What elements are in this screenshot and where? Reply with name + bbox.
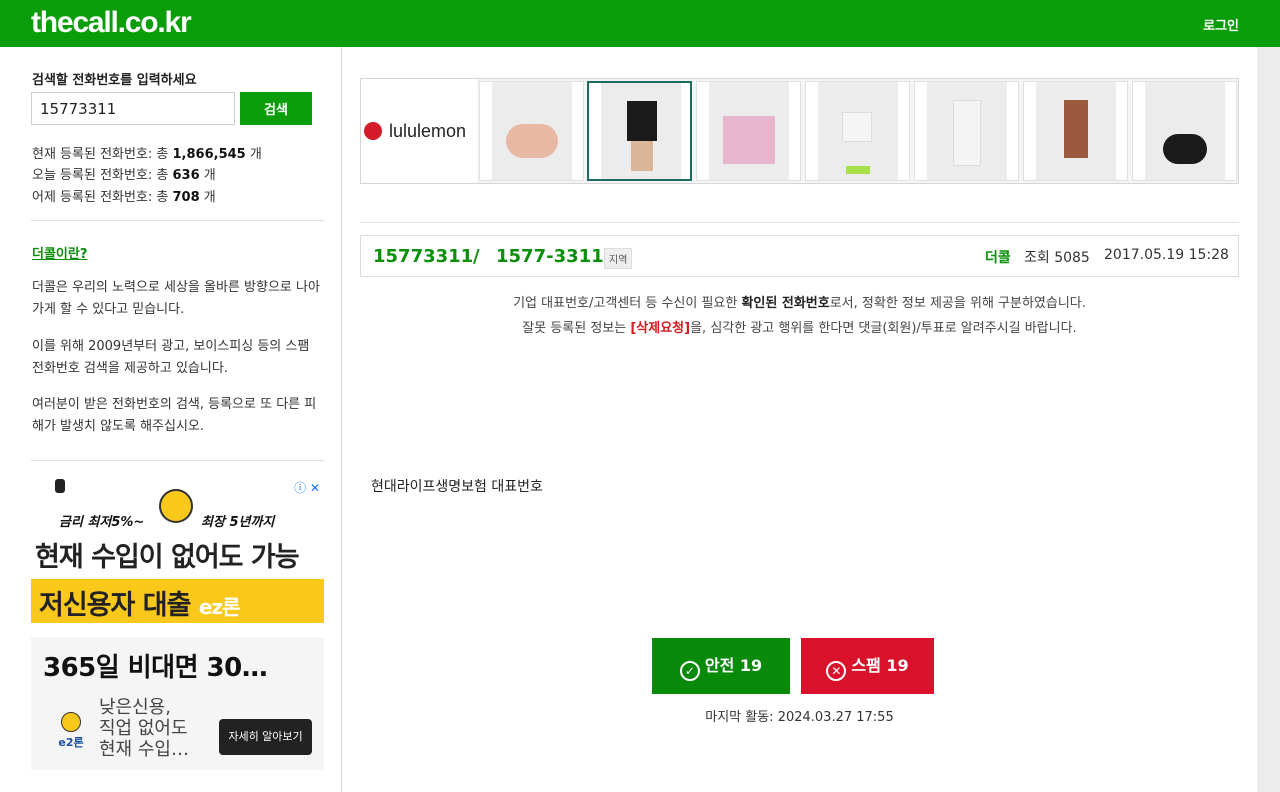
vote-safe-button[interactable]: ✓ 안전 19 <box>652 638 790 694</box>
ad-card-button[interactable]: 자세히 알아보기 <box>219 719 312 755</box>
search-title: 검색할 전화번호를 입력하세요 <box>32 73 197 88</box>
sidebar-divider <box>31 220 324 221</box>
record-header: 15773311 / 1577-3311 지역 더콜 조회 5085 2017.… <box>360 235 1239 277</box>
phone-number-formatted: 1577-3311 <box>496 246 604 267</box>
number-separator: / <box>473 246 480 267</box>
ad-product-black-bag[interactable] <box>1132 81 1237 181</box>
top-nav-bar: thecall.co.kr 로그인 <box>0 0 1280 47</box>
record-author: 더콜 <box>985 250 1011 266</box>
site-logo[interactable]: thecall.co.kr <box>31 6 192 40</box>
ad-banner[interactable]: ⓘ ✕ 금리 최저5%~ 최장 5년까지 현재 수입이 없어도 가능 저신용자 … <box>31 477 324 637</box>
ad-product-pink-tote[interactable] <box>696 81 801 181</box>
about-paragraph: 여러분이 받은 전화번호의 검색, 등록으로 또 다른 피해가 발생치 않도록 … <box>32 397 317 434</box>
ad-card[interactable]: 365일 비대면 30… e2론 낮은신용, 직업 없어도 현재 수입… 자세히… <box>31 637 324 770</box>
ad-headline: 현재 수입이 없어도 가능 <box>35 542 300 573</box>
main-divider <box>360 222 1239 223</box>
ad-product-black-skirt[interactable] <box>587 81 692 181</box>
login-link[interactable]: 로그인 <box>1203 15 1239 34</box>
stat-yesterday: 어제 등록된 전화번호: 총 708 개 <box>32 190 216 205</box>
ad-term-text: 최장 5년까지 <box>201 515 275 530</box>
ad-product-white-tank[interactable] <box>914 81 1019 181</box>
sidebar-divider <box>31 460 324 461</box>
stat-today: 오늘 등록된 전화번호: 총 636 개 <box>32 168 216 183</box>
search-input[interactable] <box>31 92 235 125</box>
mascot-icon <box>159 489 193 523</box>
ad-brand-name: lululemon <box>389 121 467 141</box>
about-link[interactable]: 더콜이란? <box>32 243 87 262</box>
verified-notice: 기업 대표번호/고객센터 등 수신이 필요한 확인된 전화번호로서, 정확한 정… <box>513 296 1086 311</box>
region-badge: 지역 <box>604 248 633 269</box>
vote-spam-button[interactable]: ✕ 스팸 19 <box>801 638 934 694</box>
ad-card-desc: 낮은신용, 직업 없어도 현재 수입… <box>99 697 189 760</box>
ad-product-scrunchies[interactable] <box>479 81 584 181</box>
phone-number-raw: 15773311 <box>373 246 474 267</box>
view-count: 조회 5085 <box>1024 250 1090 266</box>
top-ad-banner[interactable]: lululemon ▷✕ <box>360 78 1239 184</box>
ad-rate-text: 금리 최저5%~ <box>59 515 145 530</box>
ad-card-logo: e2론 <box>53 712 89 752</box>
ad-brand[interactable]: lululemon <box>361 79 477 183</box>
last-activity: 마지막 활동: 2024.03.27 17:55 <box>705 710 894 725</box>
pin-icon <box>55 479 65 493</box>
ad-info-close-icon[interactable]: ⓘ ✕ <box>294 479 320 496</box>
delete-request-link[interactable]: [삭제요청] <box>630 321 690 336</box>
check-circle-icon: ✓ <box>679 660 700 681</box>
ad-product-brown-dress[interactable] <box>1023 81 1128 181</box>
sidebar: 검색할 전화번호를 입력하세요 검색 현재 등록된 전화번호: 총 1,866,… <box>0 47 342 792</box>
about-paragraph: 더콜은 우리의 노력으로 세상을 올바른 방향으로 나아가게 할 수 있다고 믿… <box>32 280 320 317</box>
ad-subheadline: 저신용자 대출 ez론 <box>39 590 240 621</box>
record-datetime: 2017.05.19 15:28 <box>1104 247 1229 263</box>
sidebar-ad[interactable]: ⓘ ✕ 금리 최저5%~ 최장 5년까지 현재 수입이 없어도 가능 저신용자 … <box>31 477 324 770</box>
x-circle-icon: ✕ <box>826 660 847 681</box>
main-content: lululemon ▷✕ <box>342 47 1257 792</box>
mascot-icon <box>61 712 81 732</box>
search-button[interactable]: 검색 <box>240 92 312 125</box>
report-notice: 잘못 등록된 정보는 [삭제요청]을, 심각한 광고 행위를 한다면 댓글(회원… <box>522 321 1077 336</box>
ad-product-white-skirt[interactable] <box>805 81 910 181</box>
lululemon-logo-icon <box>364 122 382 140</box>
ad-card-title: 365일 비대면 30… <box>43 653 268 683</box>
about-paragraph: 이를 위해 2009년부터 광고, 보이스피싱 등의 스팸 전화번호 검색을 제… <box>32 339 310 376</box>
number-description: 현대라이프생명보험 대표번호 <box>371 479 543 495</box>
stat-total: 현재 등록된 전화번호: 총 1,866,545 개 <box>32 147 262 162</box>
